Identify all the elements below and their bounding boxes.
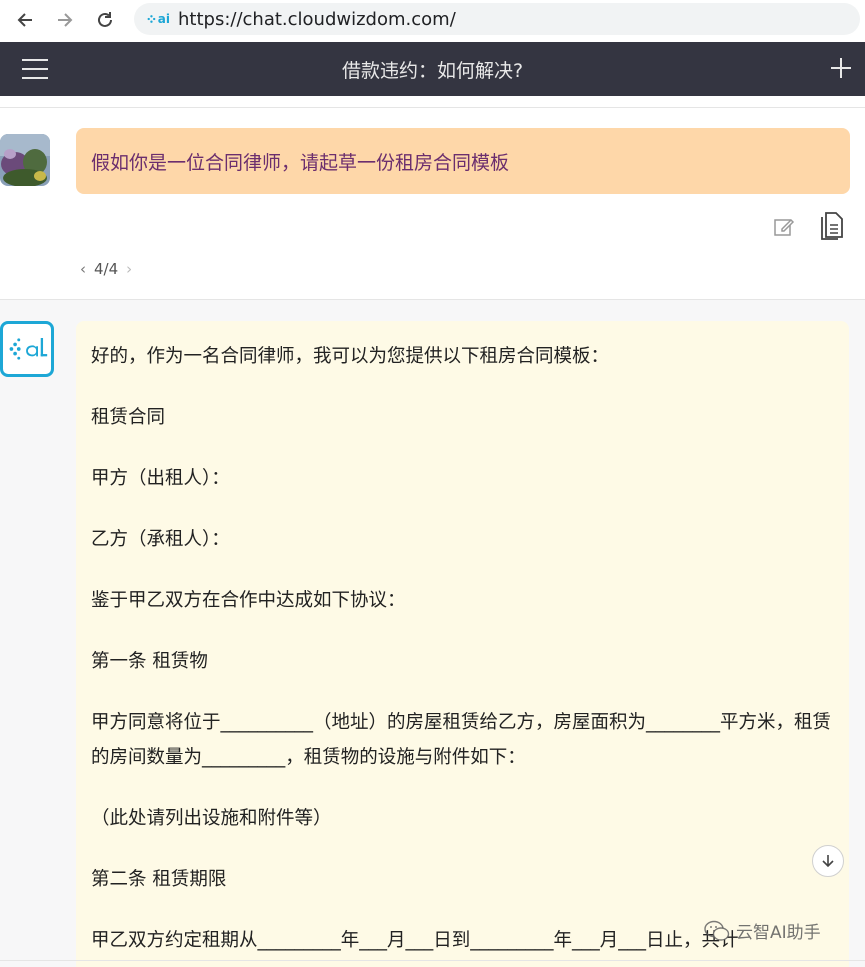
assistant-paragraph: 第二条 租赁期限 xyxy=(91,869,227,890)
scroll-to-bottom-button[interactable] xyxy=(812,845,844,877)
assistant-message-area: 好的，作为一名合同律师，我可以为您提供以下租房合同模板： 租赁合同 甲方（出租人… xyxy=(0,300,865,967)
assistant-paragraph: 乙方（承租人）： xyxy=(91,529,230,550)
wechat-icon xyxy=(704,920,730,941)
ai-avatar xyxy=(0,321,54,377)
watermark-text: 云智AI助手 xyxy=(736,923,821,943)
user-avatar xyxy=(0,134,50,186)
plus-icon[interactable] xyxy=(829,56,853,80)
watermark: 云智AI助手 xyxy=(704,918,821,943)
assistant-paragraph: 租赁合同 xyxy=(91,407,166,428)
conversation-title: 借款违约：如何解决? xyxy=(341,59,524,82)
assistant-paragraph: 第一条 租赁物 xyxy=(91,651,208,672)
pager-text: 4/4 xyxy=(94,260,119,278)
reload-button[interactable] xyxy=(85,2,125,38)
arrow-down-icon xyxy=(822,855,834,868)
chevron-left-icon[interactable]: ‹ xyxy=(80,260,86,278)
chevron-right-icon[interactable]: › xyxy=(126,260,132,278)
assistant-paragraph: 甲方同意将位于__________（地址）的房屋租赁给乙方，房屋面积为_____… xyxy=(91,712,832,768)
edit-icon[interactable] xyxy=(773,216,795,238)
assistant-paragraph: 好的，作为一名合同律师，我可以为您提供以下租房合同模板： xyxy=(91,346,610,367)
assistant-message-bubble: 好的，作为一名合同律师，我可以为您提供以下租房合同模板： 租赁合同 甲方（出租人… xyxy=(76,321,849,967)
message-pager: ‹ 4/4 › xyxy=(80,260,132,278)
app-header: 借款违约：如何解决? xyxy=(0,42,865,96)
reload-icon xyxy=(98,12,112,27)
arrow-left-icon xyxy=(17,13,32,27)
forward-button[interactable] xyxy=(45,2,85,38)
copy-icon[interactable] xyxy=(820,211,844,241)
divider xyxy=(0,960,865,961)
arrow-right-icon xyxy=(58,13,73,27)
back-button[interactable] xyxy=(5,2,45,38)
hamburger-icon[interactable] xyxy=(22,59,48,79)
assistant-paragraph: （此处请列出设施和附件等） xyxy=(91,808,332,829)
assistant-paragraph: 甲方（出租人）： xyxy=(91,468,230,489)
url-text[interactable]: https://chat.cloudwizdom.com/ xyxy=(178,9,456,30)
site-favicon-icon: ai xyxy=(146,10,170,28)
user-message-bubble: 假如你是一位合同律师，请起草一份租房合同模板 xyxy=(76,128,850,194)
site-icon-text: ai xyxy=(157,12,170,26)
assistant-paragraph: 鉴于甲乙双方在合作中达成如下协议： xyxy=(91,590,406,611)
user-message-text: 假如你是一位合同律师，请起草一份租房合同模板 xyxy=(91,151,510,174)
browser-toolbar: ai https://chat.cloudwizdom.com/ xyxy=(0,0,865,40)
address-bar[interactable]: ai https://chat.cloudwizdom.com/ xyxy=(134,3,860,35)
divider xyxy=(0,107,865,108)
